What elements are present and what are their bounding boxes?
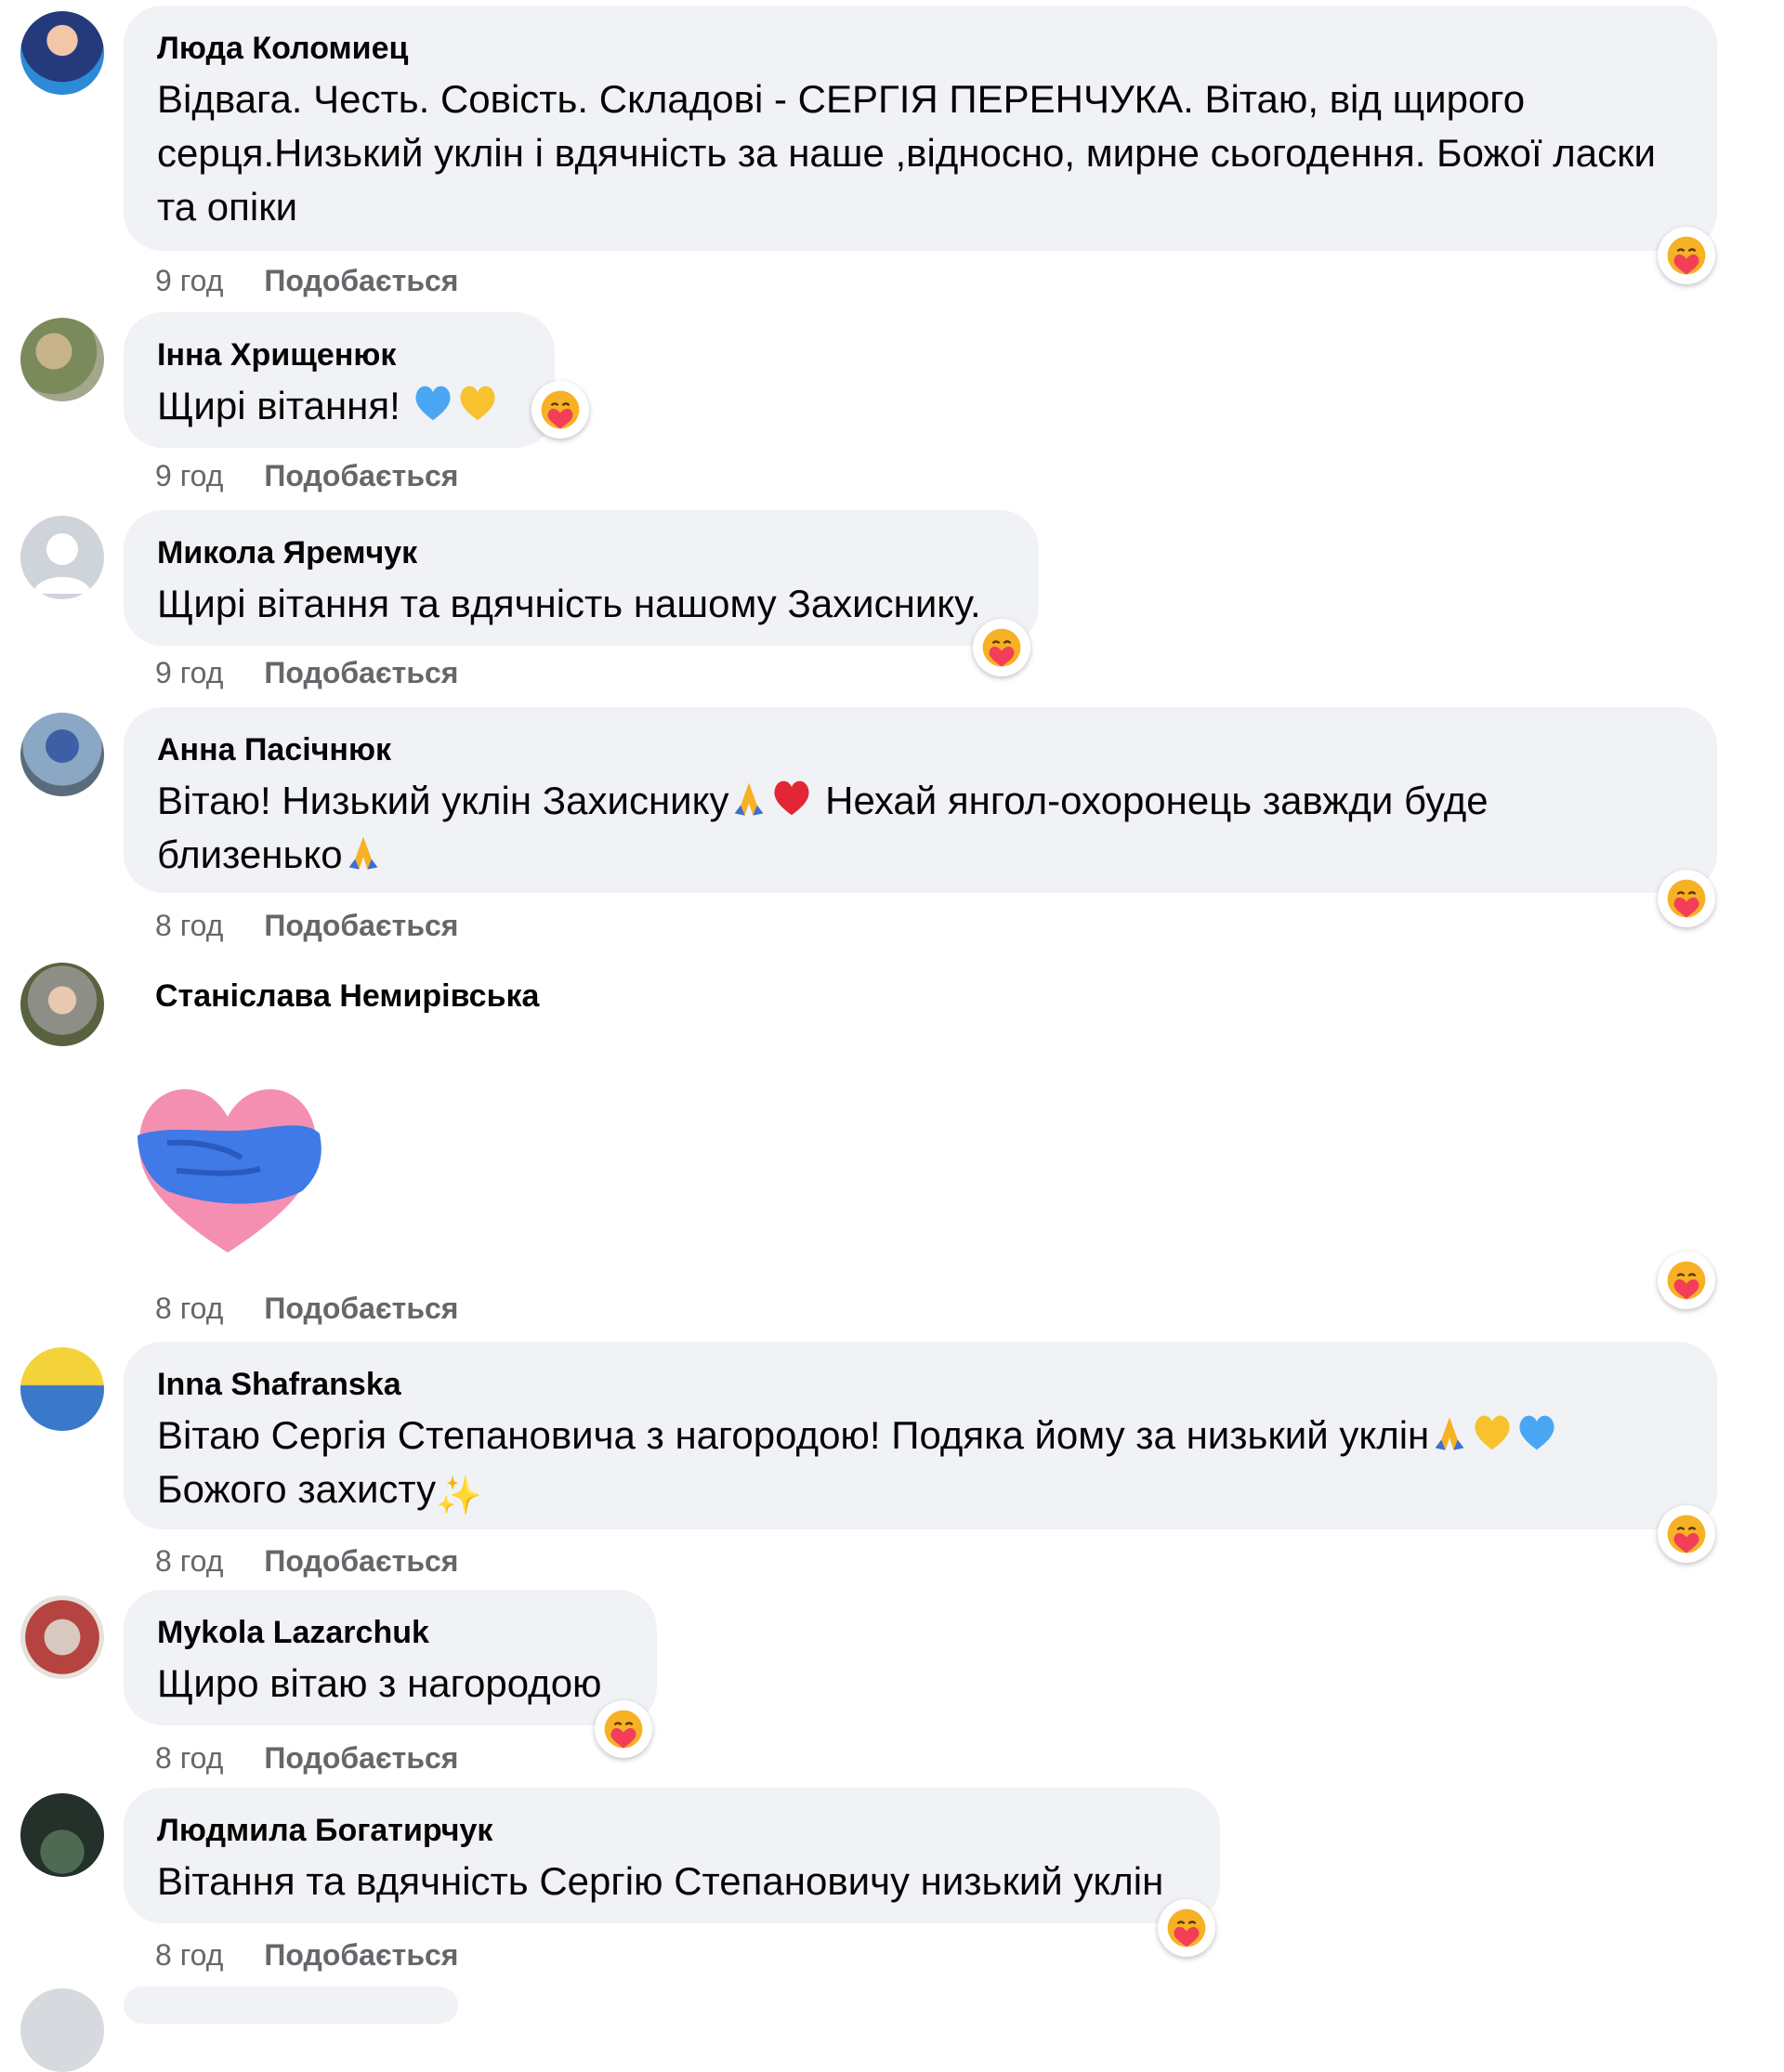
comment-bubble: Люда Коломиец Відвага. Честь. Совість. С… [124, 6, 1717, 251]
care-reaction-icon[interactable] [1158, 1899, 1215, 1957]
like-button[interactable]: Подобається [264, 909, 458, 942]
comment-bubble: Інна Хрищенюк Щирі вітання! [124, 312, 555, 448]
blue-heart-icon [1515, 1410, 1559, 1454]
comment-time[interactable]: 9 год [155, 459, 223, 492]
comment-author[interactable]: Інна Хрищенюк [157, 334, 521, 375]
like-button[interactable]: Подобається [264, 656, 458, 689]
comment-time[interactable]: 8 год [155, 1741, 223, 1775]
comment-meta: 8 год Подобається [155, 1938, 458, 1973]
blue-heart-icon [411, 380, 455, 425]
care-reaction-icon[interactable] [1658, 870, 1715, 927]
comment-text: Щиро вітаю з нагородою [157, 1661, 602, 1705]
yellow-heart-icon [1470, 1410, 1515, 1454]
comment-meta: 8 год Подобається [155, 1741, 458, 1776]
praying-hands-icon [1429, 1413, 1470, 1454]
comment-time[interactable]: 8 год [155, 909, 223, 942]
care-reaction-icon[interactable] [1658, 1252, 1715, 1309]
comment-meta: 9 год Подобається [155, 656, 458, 690]
avatar[interactable] [20, 1793, 104, 1877]
avatar[interactable] [20, 713, 104, 796]
avatar[interactable] [20, 1988, 104, 2072]
comment-author[interactable]: Микола Яремчук [157, 532, 1005, 573]
care-reaction-icon[interactable] [595, 1700, 652, 1758]
praying-hands-icon [343, 833, 384, 873]
comment-author[interactable]: Люда Коломиец [157, 28, 1684, 69]
comment-author[interactable]: Станіслава Немирівська [155, 976, 539, 1016]
comment-bubble: Микола Яремчук Щирі вітання та вдячність… [124, 510, 1039, 646]
like-button[interactable]: Подобається [264, 1292, 458, 1325]
comment-time[interactable]: 9 год [155, 656, 223, 689]
like-button[interactable]: Подобається [264, 1741, 458, 1775]
praying-hands-icon [728, 779, 769, 820]
comment-meta: 8 год Подобається [155, 1544, 458, 1579]
comment-text: Відвага. Честь. Совість. Складові - СЕРГ… [157, 77, 1657, 229]
comment-text: Щирі вітання та вдячність нашому Захисни… [157, 582, 981, 625]
comment-meta: 9 год Подобається [155, 459, 458, 493]
comment-bubble: Анна Пасічнюк Вітаю! Низький уклін Захис… [124, 707, 1717, 893]
comment-meta: 8 год Подобається [155, 1292, 458, 1326]
avatar[interactable] [20, 318, 104, 401]
comment-time[interactable]: 8 год [155, 1292, 223, 1325]
comment-author[interactable]: Анна Пасічнюк [157, 729, 1684, 770]
like-button[interactable]: Подобається [264, 1938, 458, 1972]
comment-meta: 8 год Подобається [155, 909, 458, 943]
comment-bubble: Людмила Богатирчук Вітання та вдячність … [124, 1788, 1220, 1923]
comment-text: Щирі вітання! [157, 379, 521, 433]
like-button[interactable]: Подобається [264, 1544, 458, 1578]
avatar[interactable] [20, 1595, 104, 1679]
hugging-heart-sticker [138, 1089, 321, 1252]
sparkles-icon: ✨ [436, 1475, 482, 1516]
comment-meta: 9 год Подобається [155, 264, 458, 298]
comment-bubble: Mykola Lazarchuk Щиро вітаю з нагородою [124, 1590, 657, 1725]
care-reaction-icon[interactable] [973, 619, 1030, 676]
comment-author[interactable]: Людмила Богатирчук [157, 1810, 1187, 1851]
red-heart-icon [769, 775, 814, 820]
care-reaction-icon[interactable] [1658, 1505, 1715, 1563]
comment-text-content: Вітаю! Низький уклін Захиснику [157, 779, 729, 822]
comment-time[interactable]: 8 год [155, 1938, 223, 1972]
comment-time[interactable]: 8 год [155, 1544, 223, 1578]
avatar[interactable] [20, 11, 104, 95]
comment-text: Вітаю! Низький уклін Захиснику Нехай янг… [157, 774, 1684, 882]
like-button[interactable]: Подобається [264, 264, 458, 297]
avatar[interactable] [20, 963, 104, 1046]
comment-text-content: Вітаю Сергія Степановича з нагородою! По… [157, 1413, 1430, 1457]
comment-bubble [124, 1987, 458, 2024]
care-reaction-icon[interactable] [1658, 227, 1715, 284]
comment-text-content: Божого захисту [157, 1467, 437, 1511]
care-reaction-icon[interactable] [531, 381, 589, 439]
comment-text-content: Щирі вітання! [157, 384, 400, 427]
comment-text: Вітаю Сергія Степановича з нагородою! По… [157, 1409, 1684, 1523]
comment-author[interactable]: Inna Shafranska [157, 1364, 1684, 1405]
comment-text: Вітання та вдячність Сергію Степановичу … [157, 1859, 1164, 1903]
yellow-heart-icon [455, 380, 500, 425]
comment-author[interactable]: Mykola Lazarchuk [157, 1612, 623, 1653]
comment-bubble: Inna Shafranska Вітаю Сергія Степановича… [124, 1342, 1717, 1529]
avatar[interactable] [20, 1347, 104, 1431]
comment-time[interactable]: 9 год [155, 264, 223, 297]
avatar[interactable] [20, 516, 104, 599]
like-button[interactable]: Подобається [264, 459, 458, 492]
